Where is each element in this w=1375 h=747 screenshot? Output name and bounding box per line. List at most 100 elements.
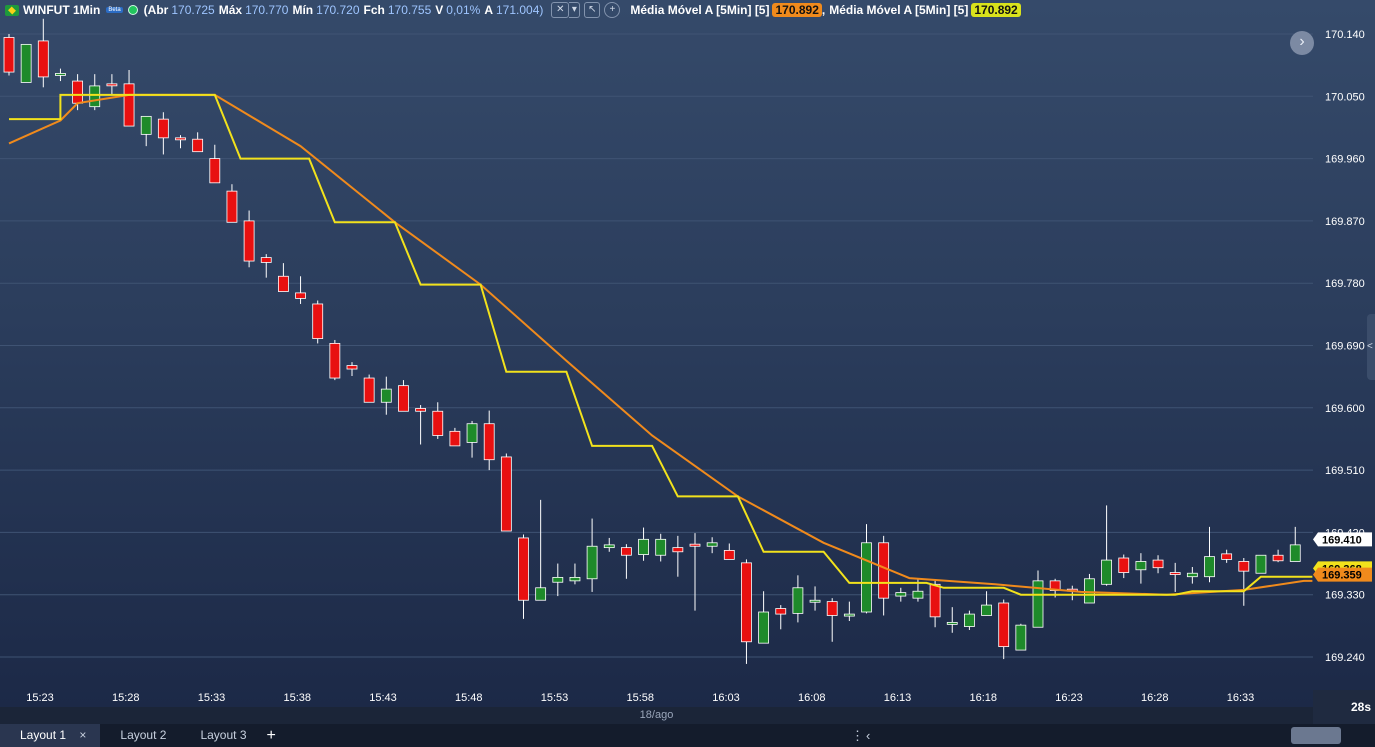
candle-down xyxy=(775,608,787,615)
crosshair-icon[interactable]: ✕ xyxy=(551,2,570,18)
candle-up xyxy=(466,423,478,443)
candle-down xyxy=(295,292,306,299)
candle-down xyxy=(432,410,444,436)
candle-up xyxy=(655,538,667,556)
variation-value: 0,01% xyxy=(446,3,481,17)
high-label: Máx xyxy=(218,3,243,17)
ma-fast-line xyxy=(9,93,1313,596)
low-value: 170.720 xyxy=(316,3,360,17)
add-tab-button[interactable]: + xyxy=(267,727,276,745)
ma2-value-badge: 170.892 xyxy=(971,3,1021,17)
dropdown-icon[interactable]: ▾ xyxy=(569,2,581,18)
candle-down xyxy=(209,158,221,184)
x-tick-label: 16:08 xyxy=(798,692,826,704)
candle-up xyxy=(140,115,152,135)
candle-down xyxy=(878,542,890,599)
candle-up xyxy=(1084,578,1095,604)
candle-down xyxy=(226,190,238,223)
y-tick-label: 169.870 xyxy=(1325,216,1365,228)
candle-down xyxy=(826,601,838,616)
candle-down xyxy=(398,385,409,412)
candle-up xyxy=(1135,561,1147,571)
low-label: Mín xyxy=(292,3,314,17)
ma-slow-tag: 169.359 xyxy=(1322,570,1362,582)
candle-down xyxy=(3,37,15,73)
x-tick-label: 16:33 xyxy=(1227,692,1255,704)
x-tick-label: 16:13 xyxy=(884,692,912,704)
candle-down xyxy=(1152,559,1164,569)
scroll-right-button[interactable]: › xyxy=(1290,31,1314,55)
previous-close-value: 171.004) xyxy=(495,3,544,17)
candle-up xyxy=(809,599,821,603)
date-label: 18/ago xyxy=(0,707,1313,724)
candle-up xyxy=(55,73,66,76)
candle-up xyxy=(569,576,581,582)
separator: , xyxy=(821,3,826,17)
symbol-label[interactable]: WINFUT 1Min xyxy=(23,3,100,17)
x-tick-label: 15:53 xyxy=(541,692,569,704)
x-tick-label: 16:28 xyxy=(1141,692,1169,704)
chart-area[interactable]: 170.140 170.050 169.960 169.870 169.780 169.6… xyxy=(0,0,1375,707)
candle-up xyxy=(964,613,975,627)
candle-up xyxy=(1204,556,1215,578)
candle-down xyxy=(243,220,255,262)
candle-up xyxy=(706,542,718,547)
candle-down xyxy=(106,83,118,87)
candle-down xyxy=(689,543,701,547)
candle-up xyxy=(638,538,649,555)
candle-up xyxy=(843,613,855,617)
candle-down xyxy=(346,365,358,370)
chevron-left-icon[interactable]: ‹ xyxy=(866,724,870,747)
previous-close-label: A xyxy=(484,3,493,17)
candle-down xyxy=(1221,553,1233,560)
candle-down xyxy=(123,83,135,127)
brazil-flag-icon xyxy=(5,4,19,16)
tab-menu-icon[interactable]: ⋮ xyxy=(851,724,864,747)
candle-down xyxy=(998,602,1010,648)
y-tick-label: 170.140 xyxy=(1325,29,1365,41)
tab-layout-1[interactable]: Layout 1 × xyxy=(0,724,101,747)
candle-up xyxy=(912,590,924,599)
candle-down xyxy=(175,137,186,141)
candle-down xyxy=(483,423,495,461)
y-tick-label: 169.510 xyxy=(1325,465,1365,477)
ma1-value-badge: 170.892 xyxy=(772,3,822,17)
tab-scrollbar[interactable] xyxy=(1291,727,1341,744)
candle-up xyxy=(792,587,804,614)
candle-up xyxy=(1101,559,1112,585)
close-icon[interactable]: × xyxy=(79,728,86,742)
y-tick-label: 170.050 xyxy=(1325,91,1365,103)
open-value: 170.725 xyxy=(171,3,215,17)
candle-up xyxy=(603,544,615,549)
candle-up xyxy=(981,604,992,616)
candle-down xyxy=(260,257,272,263)
candle-down xyxy=(929,583,941,618)
candle-up xyxy=(861,542,872,613)
candle-down xyxy=(37,40,49,78)
candle-down xyxy=(672,547,684,553)
tab-label: Layout 3 xyxy=(200,728,247,742)
ma2-label[interactable]: Média Móvel A [5Min] [5] xyxy=(829,3,968,17)
x-tick-label: 15:23 xyxy=(26,692,54,704)
close-value: 170.755 xyxy=(387,3,432,17)
candle-up xyxy=(758,611,769,644)
plus-icon[interactable]: + xyxy=(604,2,621,18)
candle-down xyxy=(449,430,461,447)
tab-layout-2[interactable]: Layout 2 xyxy=(100,724,180,747)
candle-up xyxy=(1255,554,1267,574)
candle-down xyxy=(723,549,735,560)
candle-down xyxy=(741,562,752,643)
candle-down xyxy=(1169,572,1181,575)
candlestick-chart[interactable]: 170.140 170.050 169.960 169.870 169.780 169.6… xyxy=(0,0,1375,707)
tab-label: Layout 2 xyxy=(120,728,167,742)
tab-layout-3[interactable]: Layout 3 xyxy=(180,724,260,747)
side-panel-handle[interactable]: < xyxy=(1367,314,1375,380)
y-tick-label: 169.690 xyxy=(1325,341,1365,353)
candle-down xyxy=(1238,561,1250,572)
ma1-label[interactable]: Média Móvel A [5Min] [5] xyxy=(630,3,769,17)
candle-up xyxy=(1015,624,1027,651)
cursor-icon[interactable]: ↖ xyxy=(584,2,601,18)
candle-down xyxy=(72,80,83,104)
candle-up xyxy=(1289,544,1301,562)
candle-up xyxy=(1186,572,1198,578)
